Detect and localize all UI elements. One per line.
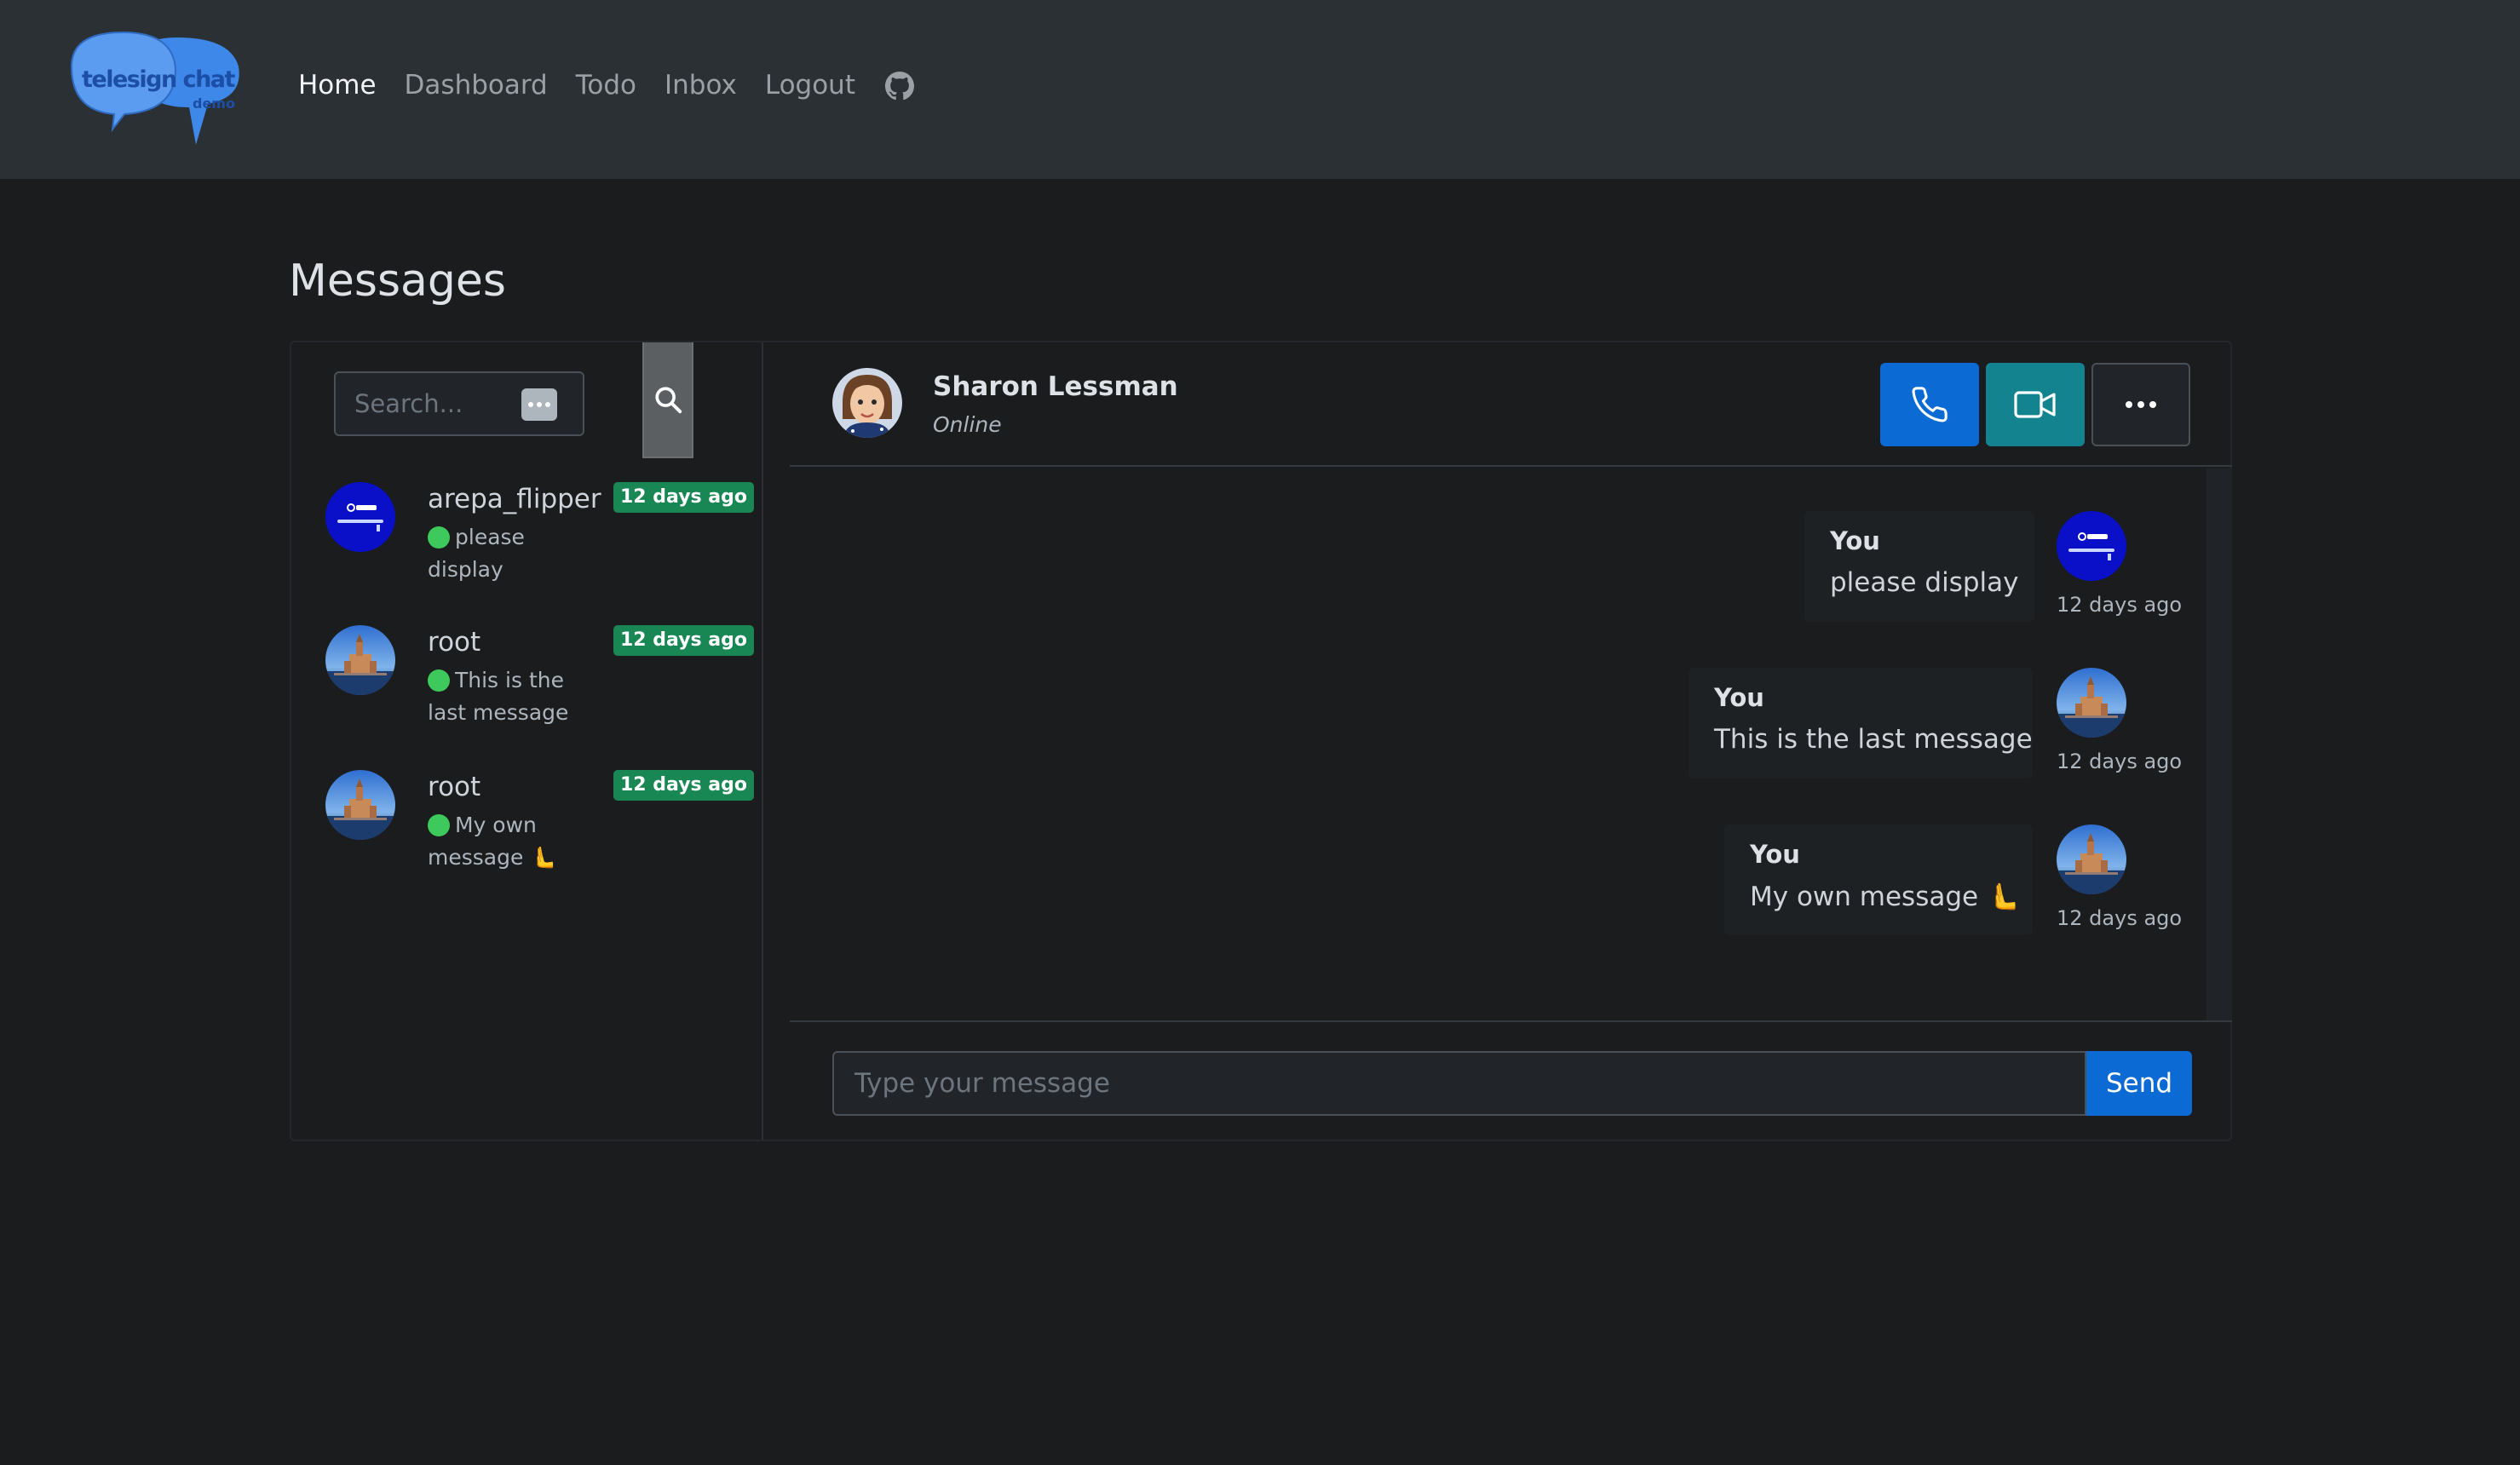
video-icon xyxy=(2013,388,2057,422)
search-input[interactable] xyxy=(354,385,542,422)
message-text: My own message 🫷 xyxy=(1750,882,2020,912)
nav-logout[interactable]: Logout xyxy=(765,70,855,101)
message-text: This is the last message xyxy=(1714,724,2033,755)
more-icon xyxy=(2124,400,2158,409)
search-icon xyxy=(653,385,682,414)
top-navbar: telesign chat demo Home Dashboard Todo I… xyxy=(0,0,2520,179)
conversation-item[interactable]: root 12 days ago This is the last messag… xyxy=(325,625,754,753)
brand-logo-text: telesign chat xyxy=(82,66,235,93)
conversation-item[interactable]: root 12 days ago My own message 🫷 xyxy=(325,770,754,898)
main-nav: Home Dashboard Todo Inbox Logout xyxy=(298,70,914,101)
video-call-button[interactable] xyxy=(1986,363,2085,446)
avatar xyxy=(2057,668,2126,738)
nav-todo[interactable]: Todo xyxy=(576,70,636,101)
contact-avatar[interactable] xyxy=(832,368,902,438)
search-button[interactable] xyxy=(642,342,693,458)
avatar xyxy=(2057,511,2126,581)
nav-dashboard[interactable]: Dashboard xyxy=(405,70,548,101)
ellipsis-icon xyxy=(521,388,557,421)
message-composer: Send xyxy=(790,1020,2232,1140)
time-badge: 12 days ago xyxy=(613,625,754,656)
message-time: 12 days ago xyxy=(2057,750,2183,773)
message-bubble: You My own message 🫷 xyxy=(1724,824,2033,935)
message-text: please display xyxy=(1830,567,2019,598)
conversation-sidebar: arepa_flipper 12 days ago please display… xyxy=(291,342,763,1140)
message-item: You My own message 🫷 12 days ago xyxy=(1724,824,2188,952)
online-status-dot xyxy=(428,526,450,549)
avatar xyxy=(325,482,395,552)
online-status-dot xyxy=(428,814,450,836)
message-input[interactable] xyxy=(832,1051,2086,1116)
conversation-item[interactable]: arepa_flipper 12 days ago please display xyxy=(325,482,754,610)
nav-inbox[interactable]: Inbox xyxy=(665,70,737,101)
brand-logo[interactable]: telesign chat demo xyxy=(68,29,242,148)
phone-icon xyxy=(1910,385,1949,424)
voice-call-button[interactable] xyxy=(1880,363,1979,446)
message-time: 12 days ago xyxy=(2057,593,2183,617)
conversation-preview: This is the last message xyxy=(428,664,581,729)
search-box xyxy=(334,371,584,436)
send-button[interactable]: Send xyxy=(2086,1051,2192,1116)
page-title: Messages xyxy=(289,256,506,307)
message-list-scrollbar[interactable] xyxy=(2206,468,2232,1020)
avatar xyxy=(2057,824,2126,894)
conversation-name: arepa_flipper xyxy=(428,484,601,514)
message-item: You please display 12 days ago xyxy=(1804,511,2188,639)
message-list[interactable]: You please display 12 days ago You This … xyxy=(790,468,2232,1020)
conversation-name: root xyxy=(428,772,481,802)
message-author: You xyxy=(1750,840,1800,869)
avatar xyxy=(325,770,395,840)
avatar xyxy=(325,625,395,695)
contact-status: Online xyxy=(933,412,1002,437)
conversation-preview: My own message 🫷 xyxy=(428,809,581,874)
message-author: You xyxy=(1830,526,1880,555)
github-icon[interactable] xyxy=(883,70,914,101)
online-status-dot xyxy=(428,669,450,692)
chat-header: Sharon Lessman Online xyxy=(790,342,2232,467)
conversation-name: root xyxy=(428,627,481,658)
time-badge: 12 days ago xyxy=(613,482,754,513)
message-bubble: You please display xyxy=(1804,511,2034,622)
brand-logo-subtext: demo xyxy=(193,95,235,112)
time-badge: 12 days ago xyxy=(613,770,754,801)
message-author: You xyxy=(1714,683,1764,712)
contact-name: Sharon Lessman xyxy=(933,371,1178,402)
message-bubble: You This is the last message xyxy=(1689,668,2033,778)
more-options-button[interactable] xyxy=(2091,363,2190,446)
nav-home[interactable]: Home xyxy=(298,70,377,101)
conversation-preview: please display xyxy=(428,521,581,586)
message-item: You This is the last message 12 days ago xyxy=(1689,668,2188,796)
message-time: 12 days ago xyxy=(2057,906,2183,930)
messages-card: arepa_flipper 12 days ago please display… xyxy=(290,341,2232,1141)
